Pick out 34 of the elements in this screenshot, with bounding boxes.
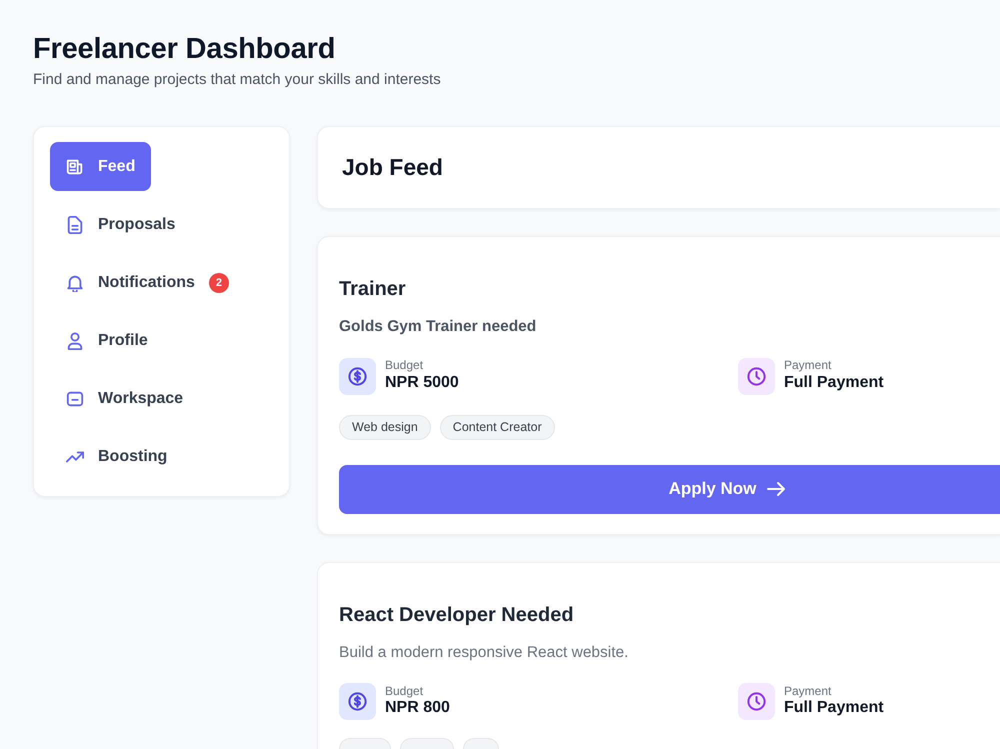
minus-square-icon bbox=[66, 390, 84, 408]
page-title: Freelancer Dashboard bbox=[33, 32, 336, 67]
skill-tag: Content Creator bbox=[440, 414, 555, 440]
detail-label: Budget bbox=[385, 684, 424, 698]
dollar-coin-icon bbox=[339, 682, 376, 720]
skill-tag: Web design bbox=[339, 414, 431, 440]
clock-icon bbox=[738, 358, 775, 395]
job-description: Golds Gym Trainer needed bbox=[339, 317, 536, 338]
document-icon bbox=[66, 216, 84, 234]
job-title: Trainer bbox=[339, 277, 406, 302]
detail-label: Budget bbox=[385, 358, 424, 373]
detail-label: Payment bbox=[784, 358, 832, 373]
sidebar-nav-item[interactable]: Proposals bbox=[50, 200, 192, 250]
dollar-coin-icon bbox=[339, 358, 376, 395]
job-description: Build a modern responsive React website. bbox=[339, 642, 628, 663]
detail-label: Payment bbox=[784, 684, 832, 698]
detail-value: Full Payment bbox=[784, 372, 884, 393]
notification-count-badge: 2 bbox=[208, 272, 229, 293]
sidebar-nav-item[interactable]: Notifications 2 bbox=[50, 258, 245, 308]
sidebar-nav-item[interactable]: Profile bbox=[50, 316, 164, 366]
detail-value: NPR 5000 bbox=[385, 372, 459, 393]
sidebar-nav-item[interactable]: Feed bbox=[50, 142, 152, 192]
person-icon bbox=[66, 332, 84, 350]
job-title: React Developer Needed bbox=[339, 602, 574, 627]
sidebar-nav-item[interactable]: Workspace bbox=[50, 374, 200, 424]
detail-value: Full Payment bbox=[784, 698, 884, 718]
page-subtitle: Find and manage projects that match your skills and interests bbox=[33, 70, 441, 90]
newspaper-icon bbox=[66, 158, 84, 176]
sidebar-nav-item[interactable]: Boosting bbox=[50, 432, 184, 482]
apply-button[interactable]: Apply Now bbox=[339, 464, 1000, 514]
feed-title: Job Feed bbox=[342, 154, 443, 182]
detail-value: NPR 800 bbox=[385, 698, 450, 718]
bell-icon bbox=[66, 274, 84, 292]
clock-icon bbox=[738, 682, 775, 720]
